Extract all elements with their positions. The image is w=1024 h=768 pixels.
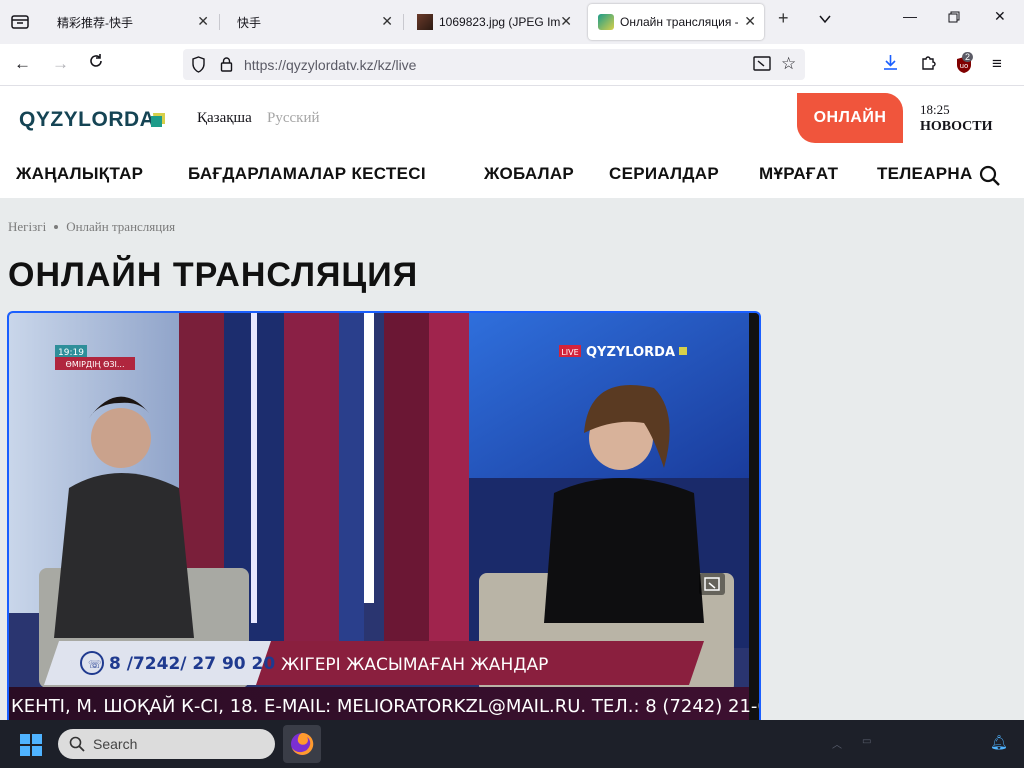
extensions-puzzle-icon[interactable] xyxy=(920,54,937,76)
site-logo[interactable]: QYZYLORDA xyxy=(19,108,155,132)
tab-separator xyxy=(403,14,404,30)
lock-icon[interactable] xyxy=(220,56,233,77)
taskbar-search-box[interactable]: Search xyxy=(58,729,275,759)
video-clock: 19:19 xyxy=(58,348,84,358)
forward-arrow-icon[interactable]: → xyxy=(52,54,69,74)
menu-item-projects[interactable]: ЖОБАЛАР xyxy=(484,164,574,184)
video-phone: 8 /7242/ 27 90 20 xyxy=(109,654,275,674)
main-menu: ЖАҢАЛЫҚТАР БАҒДАРЛАМАЛАР КЕСТЕСІ ЖОБАЛАР… xyxy=(0,164,1024,192)
site-header: QYZYLORDA Қазақша Русский ОНЛАЙН 18:25 Н… xyxy=(0,86,1024,198)
restore-icon xyxy=(948,11,960,23)
main-content: Негізгі Онлайн трансляция ОНЛАЙН ТРАНСЛЯЦ… xyxy=(0,198,1024,722)
language-russian[interactable]: Русский xyxy=(267,110,320,127)
tab-title: 1069823.jpg (JPEG Imag xyxy=(439,15,561,29)
image-favicon-icon xyxy=(417,14,433,30)
bookmark-star-icon[interactable]: ☆ xyxy=(781,54,796,74)
tray-chevron-up-icon[interactable]: ︿ xyxy=(832,736,842,751)
firefox-view-icon xyxy=(11,15,29,29)
chevron-down-icon xyxy=(819,15,831,24)
tab-separator xyxy=(219,14,220,30)
tab-title: 快手 xyxy=(237,15,262,30)
url-text[interactable]: https://qyzylordatv.kz/kz/live xyxy=(244,57,416,73)
video-ticker: КЕНТІ, М. ШОҚАЙ К-СІ, 18. E-MAIL: MELIOR… xyxy=(11,695,759,717)
windows-taskbar: Search ︿ ▭ 🔔︎ xyxy=(0,720,1024,768)
page-title: ОНЛАЙН ТРАНСЛЯЦИЯ xyxy=(8,256,419,294)
tab-title: 精彩推荐-快手 xyxy=(57,15,133,30)
windows-start-icon[interactable] xyxy=(20,734,42,756)
close-tab-icon[interactable]: ✕ xyxy=(381,13,393,30)
news-link[interactable]: НОВОСТИ xyxy=(920,119,993,135)
shield-icon[interactable] xyxy=(191,56,206,78)
taskbar-search-label: Search xyxy=(93,736,138,752)
firefox-view-button[interactable] xyxy=(0,0,40,44)
list-all-tabs-button[interactable] xyxy=(818,10,832,31)
tray-network-icon[interactable]: ▭ xyxy=(862,736,871,747)
video-frame: 19:19 ӨМІРДІҢ ӨЗІ... LIVE QYZYLORDA ☏ 8 … xyxy=(9,313,759,722)
notification-bell-icon[interactable]: 🔔︎ xyxy=(990,734,1008,751)
news-time: 18:25 xyxy=(920,102,950,117)
address-bar[interactable]: https://qyzylordatv.kz/kz/live ☆ xyxy=(183,49,805,80)
phone-icon: ☏ xyxy=(88,658,102,671)
extension-badge-count: 2 xyxy=(962,52,974,62)
menu-item-schedule[interactable]: БАҒДАРЛАМАЛАР КЕСТЕСІ xyxy=(188,164,426,184)
menu-item-news[interactable]: ЖАҢАЛЫҚТАР xyxy=(16,164,143,184)
menu-item-channel[interactable]: ТЕЛЕАРНА xyxy=(877,164,983,184)
hamburger-menu-icon[interactable]: ≡ xyxy=(992,54,1002,74)
menu-item-series[interactable]: СЕРИАЛДАР xyxy=(609,164,719,184)
video-show-tag: ӨМІРДІҢ ӨЗІ... xyxy=(66,360,125,369)
tab-kuaishou-featured[interactable]: 精彩推荐-快手 ✕ xyxy=(45,4,217,40)
new-tab-button[interactable]: + xyxy=(778,8,789,29)
firefox-taskbar-button[interactable] xyxy=(283,725,321,763)
menu-item-archive[interactable]: МҰРАҒАТ xyxy=(759,164,838,184)
browser-tab-strip: 精彩推荐-快手 ✕ 快手 ✕ 1069823.jpg (JPEG Imag ✕ … xyxy=(0,0,1024,44)
close-tab-icon[interactable]: ✕ xyxy=(560,13,572,30)
video-live-tag: LIVE xyxy=(561,348,578,357)
svg-text:uo: uo xyxy=(960,62,969,70)
search-icon[interactable] xyxy=(978,164,1002,188)
close-window-button[interactable]: ✕ xyxy=(994,8,1006,25)
download-icon[interactable] xyxy=(882,54,899,76)
online-button[interactable]: ОНЛАЙН xyxy=(797,93,903,143)
picture-in-picture-icon[interactable] xyxy=(753,56,771,77)
close-tab-icon[interactable]: ✕ xyxy=(197,13,209,30)
restore-button[interactable] xyxy=(948,10,960,26)
tab-kuaishou[interactable]: 快手 ✕ xyxy=(221,4,401,40)
tab-jpeg-image[interactable]: 1069823.jpg (JPEG Imag ✕ xyxy=(405,4,580,40)
logo-mark-icon xyxy=(151,113,165,127)
tab-title: Онлайн трансляция - xyxy=(620,15,738,29)
video-headline: ЖІГЕРІ ЖАСЫМАҒАН ЖАНДАР xyxy=(281,655,548,675)
reload-icon[interactable] xyxy=(88,53,104,74)
breadcrumb-separator xyxy=(54,225,59,229)
navigation-toolbar: ← → https://qyzylordatv.kz/kz/live ☆ uo … xyxy=(0,44,1024,86)
tab-online-broadcast[interactable]: Онлайн трансляция - ✕ xyxy=(588,4,764,40)
breadcrumb: Негізгі Онлайн трансляция xyxy=(8,219,175,235)
firefox-icon xyxy=(291,732,314,755)
close-tab-icon[interactable]: ✕ xyxy=(744,13,756,30)
search-icon xyxy=(69,736,85,752)
video-player[interactable]: 19:19 ӨМІРДІҢ ӨЗІ... LIVE QYZYLORDA ☏ 8 … xyxy=(7,311,761,722)
back-arrow-icon[interactable]: ← xyxy=(14,54,31,74)
breadcrumb-current: Онлайн трансляция xyxy=(66,219,176,234)
video-channel-logo: QYZYLORDA xyxy=(586,345,675,360)
breadcrumb-home[interactable]: Негізгі xyxy=(8,219,46,234)
qyzylorda-favicon-icon xyxy=(598,14,614,30)
minimize-button[interactable]: — xyxy=(903,8,917,24)
language-kazakh[interactable]: Қазақша xyxy=(197,110,252,127)
